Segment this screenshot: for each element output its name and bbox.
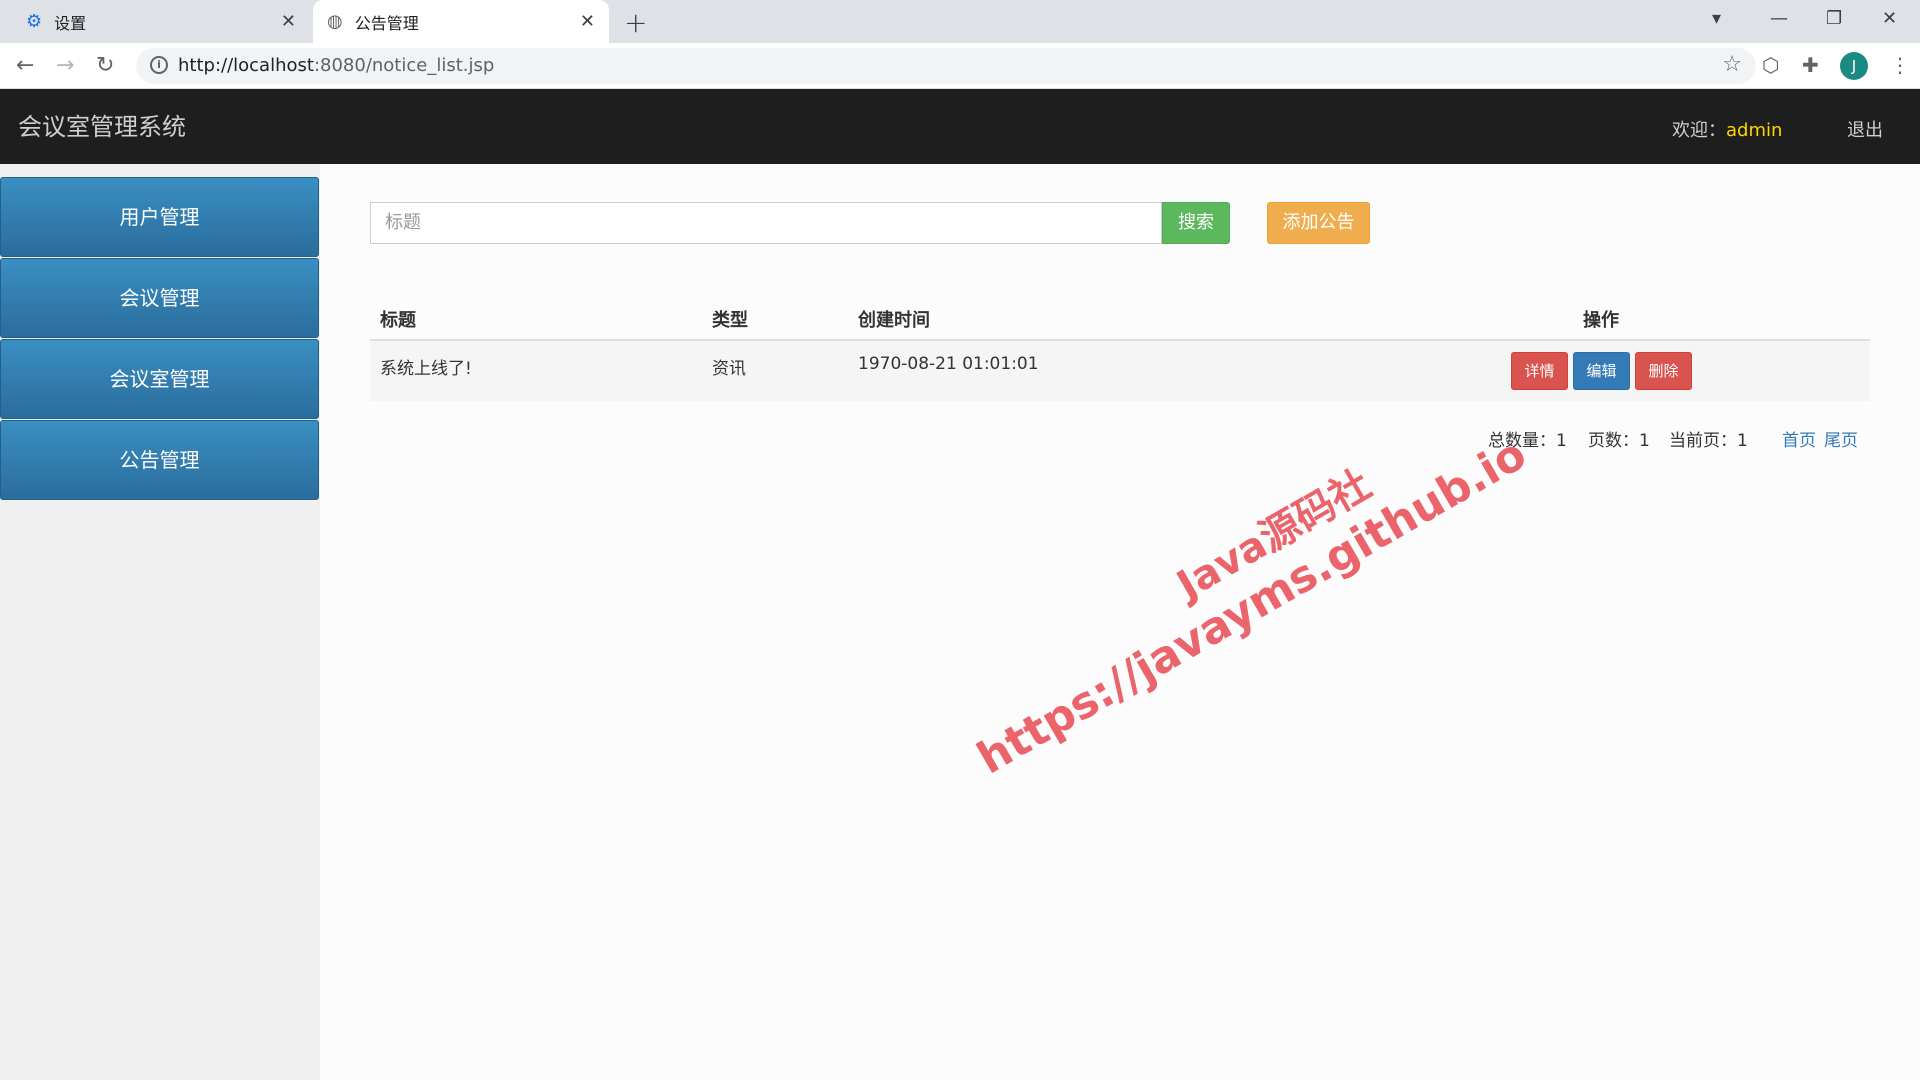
- welcome-label: 欢迎：: [1672, 120, 1726, 141]
- column-header-created: 创建时间: [858, 310, 930, 331]
- pager-first-link[interactable]: 首页: [1782, 426, 1816, 451]
- column-header-actions: 操作: [1583, 310, 1619, 331]
- reload-icon[interactable]: ↻: [96, 53, 114, 78]
- column-header-type: 类型: [712, 310, 748, 331]
- omnibox[interactable]: i http://localhost:8080/notice_list.jsp …: [136, 48, 1756, 84]
- close-icon[interactable]: ✕: [281, 11, 296, 32]
- username: admin: [1726, 120, 1783, 141]
- tab-search-icon[interactable]: ▾: [1712, 8, 1721, 29]
- cell-title: 系统上线了!: [380, 359, 472, 379]
- welcome-text: 欢迎：admin: [1672, 116, 1782, 142]
- more-menu-icon[interactable]: ⋮: [1890, 53, 1910, 77]
- tab-title: 设置: [54, 13, 87, 33]
- app-title: 会议室管理系统: [18, 113, 186, 141]
- url-host: http://localhost: [178, 55, 314, 76]
- sidebar-item-rooms[interactable]: 会议室管理: [0, 339, 319, 419]
- pager-pages: 页数：1: [1588, 431, 1650, 451]
- column-header-title: 标题: [380, 310, 416, 331]
- pager-current: 当前页：1: [1669, 431, 1748, 451]
- search-input[interactable]: 标题: [370, 202, 1162, 244]
- close-icon[interactable]: ✕: [580, 11, 595, 32]
- logout-link[interactable]: 退出: [1847, 116, 1883, 142]
- search-button[interactable]: 搜索: [1162, 202, 1230, 244]
- avatar[interactable]: J: [1840, 52, 1868, 80]
- cell-created: 1970-08-21 01:01:01: [858, 354, 1039, 374]
- bookmark-star-icon[interactable]: ☆: [1722, 52, 1742, 77]
- delete-button[interactable]: 删除: [1635, 352, 1692, 390]
- restore-icon[interactable]: ❐: [1826, 8, 1842, 29]
- app-header: 会议室管理系统 欢迎：admin 退出: [0, 89, 1920, 164]
- minimize-icon[interactable]: —: [1770, 8, 1788, 29]
- gear-icon: ⚙: [26, 11, 43, 32]
- window-close-icon[interactable]: ✕: [1882, 8, 1897, 29]
- browser-tab-bar: ⚙ 设置 ✕ ◍ 公告管理 ✕ + ▾ — ❐ ✕: [0, 0, 1920, 43]
- new-tab-icon[interactable]: +: [624, 6, 647, 39]
- extension-icon[interactable]: ⬡: [1762, 53, 1779, 77]
- url-path: :8080/notice_list.jsp: [313, 55, 495, 76]
- cell-type: 资讯: [712, 359, 746, 379]
- info-icon[interactable]: i: [150, 56, 168, 74]
- sidebar-item-notices[interactable]: 公告管理: [0, 420, 319, 500]
- tab-title: 公告管理: [354, 13, 419, 33]
- puzzle-icon[interactable]: ✚: [1802, 53, 1819, 77]
- forward-icon[interactable]: →: [56, 53, 74, 78]
- add-notice-button[interactable]: 添加公告: [1267, 202, 1370, 244]
- sidebar-item-users[interactable]: 用户管理: [0, 177, 319, 257]
- pager-last-link[interactable]: 尾页: [1824, 426, 1858, 451]
- sidebar-item-meetings[interactable]: 会议管理: [0, 258, 319, 338]
- url-text[interactable]: http://localhost:8080/notice_list.jsp: [178, 55, 494, 76]
- detail-button[interactable]: 详情: [1511, 352, 1568, 390]
- tab-settings[interactable]: ⚙ 设置 ✕: [10, 0, 310, 43]
- address-bar-row: ← → ↻ i http://localhost:8080/notice_lis…: [0, 43, 1920, 89]
- tab-notice-management[interactable]: ◍ 公告管理 ✕: [313, 0, 609, 43]
- back-icon[interactable]: ←: [16, 53, 34, 78]
- globe-icon: ◍: [327, 11, 343, 32]
- edit-button[interactable]: 编辑: [1573, 352, 1630, 390]
- sidebar: 用户管理 会议管理 会议室管理 公告管理: [0, 164, 320, 1080]
